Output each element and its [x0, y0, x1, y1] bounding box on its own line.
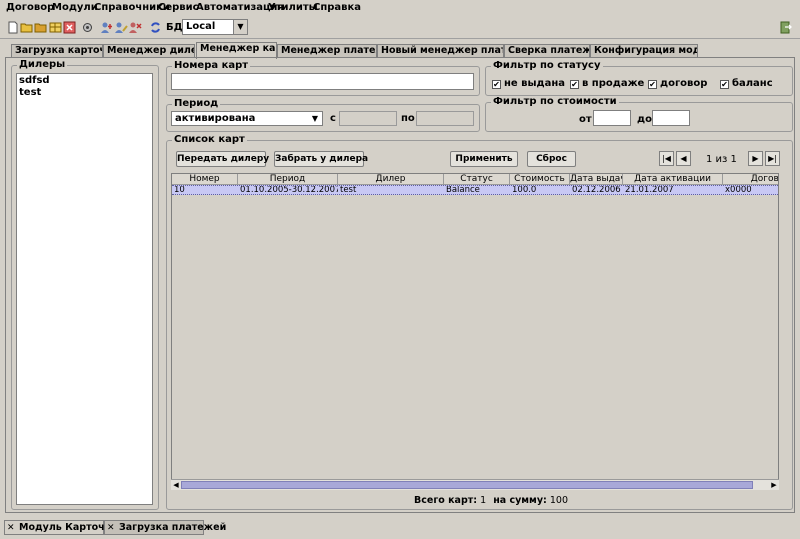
scroll-right-icon[interactable]: ▶: [769, 480, 779, 490]
menu-help[interactable]: Справка: [313, 2, 361, 13]
toolbar: БД: Local ▼: [0, 17, 800, 39]
add-user-icon[interactable]: [100, 21, 114, 35]
remove-user-icon[interactable]: [128, 21, 142, 35]
menu-modules[interactable]: Модули: [52, 2, 98, 13]
prev-page-icon[interactable]: ◀: [676, 151, 691, 166]
total-cards-label: Всего карт:: [414, 495, 478, 506]
scrollbar-thumb[interactable]: [181, 481, 753, 489]
status-balance-checkbox[interactable]: ✔ баланс: [720, 78, 773, 89]
dealers-title: Дилеры: [17, 59, 68, 70]
settings-icon[interactable]: [80, 21, 94, 35]
tab-dealer-manager[interactable]: Менеджер дилеров: [103, 44, 195, 58]
tab-payment-manager[interactable]: Менеджер платежей: [277, 44, 377, 58]
card-numbers-title: Номера карт: [172, 60, 251, 71]
cell-issue-date: 02.12.2006: [572, 186, 621, 195]
close-icon[interactable]: ✕: [7, 522, 16, 535]
card-list-title: Список карт: [172, 134, 247, 145]
first-page-icon[interactable]: |◀: [659, 151, 674, 166]
list-item[interactable]: test: [19, 87, 41, 98]
period-to-field[interactable]: [416, 111, 474, 126]
period-from-label: с: [330, 113, 336, 124]
cell-status: Balance: [446, 186, 480, 195]
status-contract-checkbox[interactable]: ✔ договор: [648, 78, 707, 89]
reset-button[interactable]: Сброс: [527, 151, 576, 167]
apply-button[interactable]: Применить: [450, 151, 518, 167]
total-sum-label: на сумму:: [493, 495, 547, 506]
checkbox-checked-icon: ✔: [492, 80, 501, 89]
cost-from-field[interactable]: [593, 110, 631, 126]
status-on-sale-checkbox[interactable]: ✔ в продаже: [570, 78, 644, 89]
refresh-icon[interactable]: [148, 21, 162, 35]
column-header-period[interactable]: Период: [238, 174, 338, 185]
db-select[interactable]: Local ▼: [182, 19, 248, 35]
bottom-tab-card-module[interactable]: ✕ Модуль Карточки: [4, 520, 118, 535]
last-page-icon[interactable]: ▶|: [765, 151, 780, 166]
period-select[interactable]: активирована ▼: [171, 111, 323, 126]
scroll-left-icon[interactable]: ◀: [171, 480, 181, 490]
checkbox-checked-icon: ✔: [570, 80, 579, 89]
edit-user-icon[interactable]: [114, 21, 128, 35]
column-header-number[interactable]: Номер: [172, 174, 238, 185]
give-to-dealer-button[interactable]: Передать дилеру: [176, 151, 269, 167]
column-header-dealer[interactable]: Дилер: [338, 174, 444, 185]
period-title: Период: [172, 98, 221, 109]
period-from-field[interactable]: [339, 111, 397, 126]
menu-utilities[interactable]: Утилиты: [268, 2, 318, 13]
cell-period: 01.10.2005-30.12.2007: [240, 186, 338, 195]
take-from-dealer-button[interactable]: Забрать у дилера: [274, 151, 368, 167]
status-not-issued-checkbox[interactable]: ✔ не выдана: [492, 78, 565, 89]
checkbox-checked-icon: ✔: [648, 80, 657, 89]
close-icon[interactable]: ✕: [107, 522, 116, 535]
period-select-value: активирована: [175, 113, 256, 124]
total-sum-value: 100: [549, 495, 568, 506]
status-filter-title: Фильтр по статусу: [491, 60, 603, 71]
menu-dogovor[interactable]: Договор: [6, 2, 54, 13]
next-page-icon[interactable]: ▶: [748, 151, 763, 166]
list-item[interactable]: sdfsd: [19, 75, 50, 86]
column-header-issue-date[interactable]: Дата выдачи: [570, 174, 623, 185]
card-numbers-input[interactable]: [171, 73, 474, 90]
checkbox-checked-icon: ✔: [720, 80, 729, 89]
table-icon[interactable]: [48, 21, 62, 35]
chevron-down-icon: ▼: [308, 112, 322, 125]
total-cards-value: 1: [480, 495, 487, 506]
new-file-icon[interactable]: [6, 21, 20, 35]
column-header-cost[interactable]: Стоимость: [510, 174, 570, 185]
table-row[interactable]: 10 01.10.2005-30.12.2007 test Balance 10…: [172, 185, 778, 195]
period-to-label: по: [401, 113, 415, 124]
column-header-status[interactable]: Статус: [444, 174, 510, 185]
open-folder-icon[interactable]: [20, 21, 34, 35]
cards-table[interactable]: Номер Период Дилер Статус Стоимость Дата…: [171, 173, 779, 490]
dealers-list[interactable]: sdfsd test: [16, 73, 153, 505]
cost-from-label: от: [579, 114, 592, 125]
exit-icon[interactable]: [778, 21, 792, 35]
horizontal-scrollbar[interactable]: ◀ ▶: [171, 479, 779, 490]
tab-module-config[interactable]: Конфигурация модуля: [590, 44, 698, 58]
column-header-activation-date[interactable]: Дата активации: [623, 174, 723, 185]
tab-card-upload[interactable]: Загрузка карточек: [11, 44, 103, 58]
cost-to-field[interactable]: [652, 110, 690, 126]
open-folder-2-icon[interactable]: [34, 21, 48, 35]
cell-dealer: test: [340, 186, 357, 195]
db-select-value: Local: [186, 21, 216, 32]
column-header-contract[interactable]: Договор: [723, 174, 778, 185]
tab-new-payment-manager[interactable]: Новый менеджер платежей: [377, 44, 504, 58]
bottom-tab-payment-upload[interactable]: ✕ Загрузка платежей: [104, 520, 226, 535]
menu-service[interactable]: Сервис: [158, 2, 199, 13]
cell-contract: x0000: [725, 186, 752, 195]
chevron-down-icon: ▼: [233, 20, 247, 34]
cost-filter-title: Фильтр по стоимости: [491, 96, 619, 107]
pager-text: 1 из 1: [706, 154, 737, 165]
cost-to-label: до: [637, 114, 652, 125]
cell-number: 10: [174, 186, 185, 195]
totals: Всего карт: 1 на сумму: 100: [414, 495, 568, 506]
tab-payment-reconciliation[interactable]: Сверка платежей: [504, 44, 590, 58]
cell-cost: 100.0: [512, 186, 537, 195]
cell-activation-date: 21.01.2007: [625, 186, 674, 195]
delete-icon[interactable]: [62, 21, 76, 35]
menu-bar: Договор Модули Справочники Сервис Автома…: [0, 0, 800, 16]
